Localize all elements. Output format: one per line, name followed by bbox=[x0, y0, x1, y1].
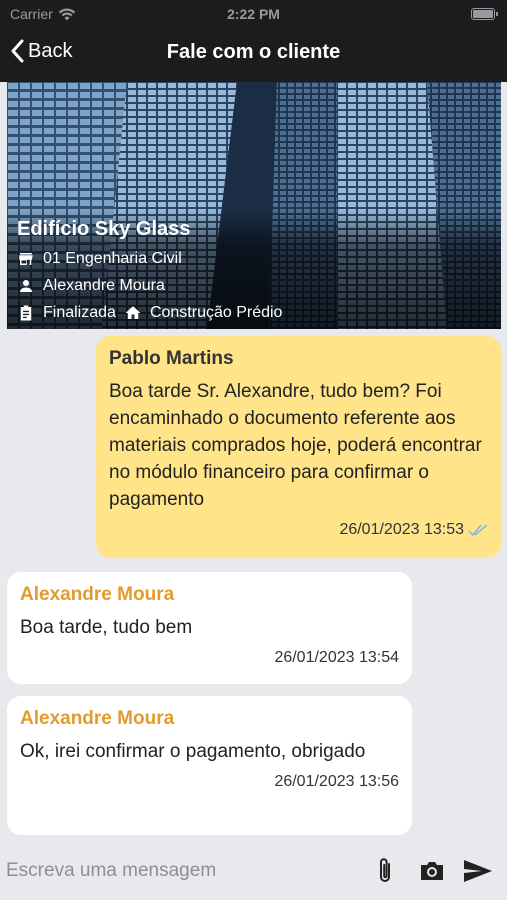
navigation-bar: Back Fale com o cliente bbox=[0, 28, 507, 82]
message-sender: Alexandre Moura bbox=[20, 708, 175, 729]
message-meta: 26/01/2023 13:53 bbox=[109, 521, 488, 539]
client-label: Alexandre Moura bbox=[43, 276, 165, 294]
message-sender: Pablo Martins bbox=[109, 348, 234, 369]
project-info: Edifício Sky Glass 01 Engenharia Civil A… bbox=[17, 218, 282, 326]
status-bar: Carrier 2:22 PM bbox=[0, 0, 507, 28]
message-text: Ok, irei confirmar o pagamento, obrigado bbox=[20, 741, 366, 762]
message-composer bbox=[0, 842, 507, 900]
paperclip-icon[interactable] bbox=[374, 856, 396, 886]
message-timestamp: 26/01/2023 13:56 bbox=[274, 773, 399, 790]
store-icon bbox=[19, 252, 33, 265]
project-banner: Edifício Sky Glass 01 Engenharia Civil A… bbox=[7, 82, 501, 329]
company-row: 01 Engenharia Civil bbox=[17, 245, 282, 272]
message-incoming: Alexandre Moura Ok, irei confirmar o pag… bbox=[7, 696, 412, 835]
camera-icon[interactable] bbox=[418, 856, 446, 886]
message-meta: 26/01/2023 13:54 bbox=[20, 649, 399, 667]
page-title: Fale com o cliente bbox=[166, 41, 341, 63]
message-text: Boa tarde Sr. Alexandre, tudo bem? Foi e… bbox=[109, 381, 482, 510]
message-outgoing: Pablo Martins Boa tarde Sr. Alexandre, t… bbox=[96, 336, 501, 558]
clock: 2:22 PM bbox=[227, 6, 280, 22]
project-name: Edifício Sky Glass bbox=[17, 218, 191, 240]
category-label: Construção Prédio bbox=[149, 303, 283, 321]
message-text: Boa tarde, tudo bem bbox=[20, 617, 193, 638]
double-check-icon bbox=[468, 524, 488, 537]
clipboard-icon bbox=[20, 305, 32, 320]
status-label: Finalizada bbox=[43, 303, 116, 321]
message-timestamp: 26/01/2023 13:53 bbox=[339, 521, 464, 538]
message-input[interactable] bbox=[6, 856, 356, 886]
client-row: Alexandre Moura bbox=[17, 272, 282, 299]
message-timestamp: 26/01/2023 13:54 bbox=[274, 649, 399, 666]
battery-icon bbox=[471, 8, 498, 20]
status-row: Finalizada Construção Prédio bbox=[17, 299, 282, 326]
message-incoming: Alexandre Moura Boa tarde, tudo bem 26/0… bbox=[7, 572, 412, 684]
person-icon bbox=[20, 279, 32, 292]
battery-level bbox=[473, 10, 493, 18]
message-sender: Alexandre Moura bbox=[20, 584, 175, 605]
company-label: 01 Engenharia Civil bbox=[43, 249, 182, 267]
message-meta: 26/01/2023 13:56 bbox=[20, 773, 399, 791]
send-icon[interactable] bbox=[462, 856, 494, 886]
home-icon bbox=[125, 305, 141, 319]
